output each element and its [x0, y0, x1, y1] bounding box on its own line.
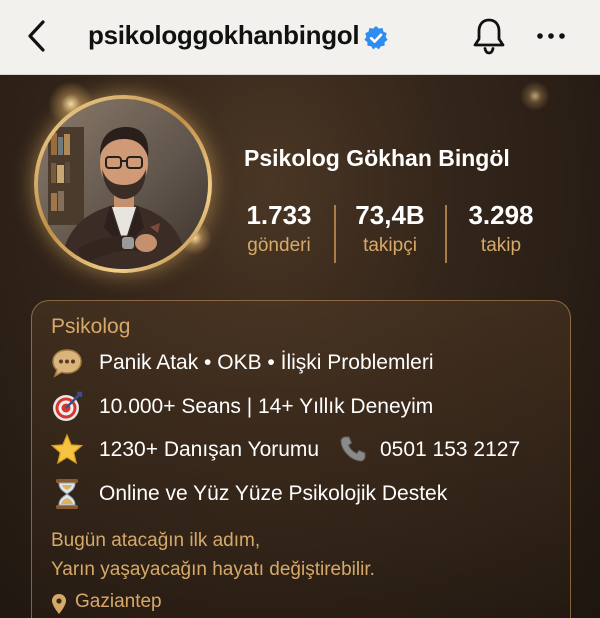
speech-bubble-icon [52, 349, 82, 378]
back-chevron-icon[interactable] [22, 18, 54, 54]
stat-following-value: 3.298 [468, 200, 534, 230]
location-text: Gaziantep [75, 591, 162, 612]
profile-display-name: Psikolog Gökhan Bingöl [244, 145, 510, 171]
location-pin-icon [52, 594, 66, 614]
verified-badge-icon [364, 26, 388, 50]
bio-line-text: Panik Atak • OKB • İlişki Problemleri [99, 351, 434, 374]
bio-line: Panik Atak • OKB • İlişki Problemleri [50, 346, 550, 380]
bio-line-text: 10.000+ Seans | 14+ Yıllık Deneyim [99, 395, 434, 418]
stat-posts[interactable]: 1.733 gönderi [224, 199, 334, 259]
bio-tagline-line-1: Bugün atacağın ilk adım, [51, 530, 261, 551]
profile-category: Psikolog [51, 315, 131, 338]
avatar-portrait-image [38, 99, 208, 269]
stat-followers-value: 73,4B [355, 200, 425, 230]
stat-posts-label: gönderi [247, 235, 311, 256]
bio-line: Online ve Yüz Yüze Psikolojik Destek [50, 477, 550, 511]
stat-followers-label: takipçi [363, 235, 417, 256]
top-app-bar: psikologgokhanbingol [0, 0, 600, 75]
star-icon [50, 433, 84, 465]
bio-line-text: 1230+ Danışan Yorumu [99, 438, 320, 461]
bio-card: Psikolog Panik Atak • OKB • İlişki Probl… [31, 300, 571, 618]
profile-avatar-ring[interactable] [34, 95, 212, 273]
profile-content: Psikolog Gökhan Bingöl 1.733 gönderi 73,… [0, 75, 600, 618]
stat-following-label: takip [480, 235, 522, 256]
stat-posts-value: 1.733 [246, 200, 312, 230]
bio-tagline-line-2: Yarın yaşayacağın hayatı değiştirebilir. [51, 559, 375, 580]
bio-line: 10.000+ Seans | 14+ Yıllık Deneyim [50, 390, 550, 424]
profile-username: psikologgokhanbingol [88, 20, 360, 50]
bio-line: 1230+ Danışan Yorumu 0501 153 2127 [50, 433, 565, 467]
sparkle-decoration [520, 81, 550, 111]
target-icon [53, 391, 83, 421]
bio-line-text: Online ve Yüz Yüze Psikolojik Destek [99, 482, 448, 505]
stat-following[interactable]: 3.298 takip [446, 199, 556, 259]
hourglass-icon [56, 479, 78, 509]
phone-number-link[interactable]: 0501 153 2127 [380, 438, 520, 462]
stat-followers[interactable]: 73,4B takipçi [335, 199, 445, 259]
more-horizontal-icon[interactable] [534, 24, 568, 48]
bell-icon[interactable] [470, 16, 508, 56]
phone-icon [340, 436, 366, 462]
avatar [38, 99, 208, 269]
